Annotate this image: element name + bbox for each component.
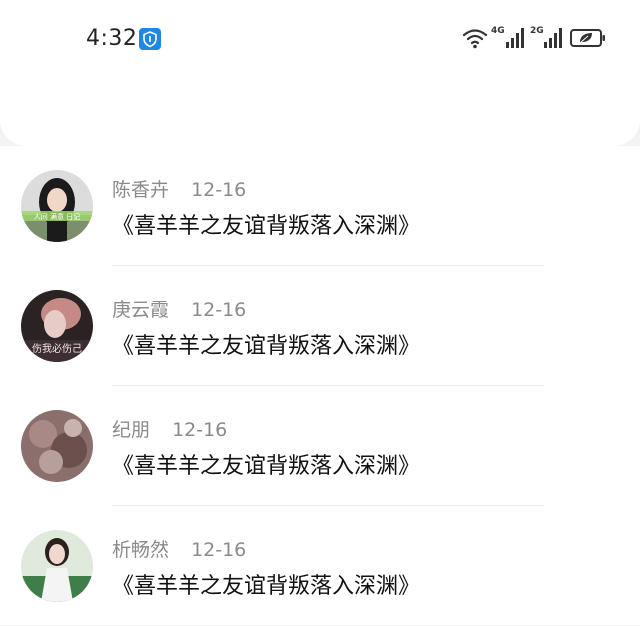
list-item[interactable]: 伤我必伤己 庚云霞 12-16 《喜羊羊之友谊背叛落入深渊》 bbox=[0, 266, 640, 386]
comment-text[interactable]: 《喜羊羊之友谊背叛落入深渊》 bbox=[112, 448, 420, 480]
avatar[interactable]: 人间 满意 日记 bbox=[21, 170, 93, 242]
status-bar: 4:32 4G 2G bbox=[0, 22, 640, 56]
comment-list[interactable]: 人间 满意 日记 陈香卉 12-16 《喜羊羊之友谊背叛落入深渊》 伤我必伤己 … bbox=[0, 146, 640, 625]
avatar[interactable]: 伤我必伤己 bbox=[21, 290, 93, 362]
comment-date: 12-16 bbox=[191, 299, 247, 321]
wifi-icon bbox=[462, 27, 488, 53]
comment-date: 12-16 bbox=[191, 179, 247, 201]
status-icons: 4G 2G bbox=[462, 26, 612, 53]
commenter-name[interactable]: 庚云霞 bbox=[112, 299, 169, 321]
comment-text[interactable]: 《喜羊羊之友谊背叛落入深渊》 bbox=[112, 568, 420, 600]
avatar[interactable] bbox=[21, 410, 93, 482]
comment-meta: 纪朋 12-16 bbox=[112, 415, 227, 442]
list-item[interactable]: 析畅然 12-16 《喜羊羊之友谊背叛落入深渊》 bbox=[0, 506, 640, 626]
avatar-caption: 伤我必伤己 bbox=[32, 342, 82, 355]
comment-date: 12-16 bbox=[191, 539, 247, 561]
commenter-name[interactable]: 陈香卉 bbox=[112, 179, 169, 201]
comment-text[interactable]: 《喜羊羊之友谊背叛落入深渊》 bbox=[112, 208, 420, 240]
list-item[interactable]: 人间 满意 日记 陈香卉 12-16 《喜羊羊之友谊背叛落入深渊》 bbox=[0, 146, 640, 266]
top-card: 4:32 4G 2G bbox=[0, 0, 640, 146]
comment-text[interactable]: 《喜羊羊之友谊背叛落入深渊》 bbox=[112, 328, 420, 360]
comment-date: 12-16 bbox=[172, 419, 228, 441]
commenter-name[interactable]: 纪朋 bbox=[112, 419, 150, 441]
avatar[interactable] bbox=[21, 530, 93, 602]
comment-meta: 庚云霞 12-16 bbox=[112, 295, 246, 322]
signal-icon bbox=[506, 27, 524, 53]
signal-icon bbox=[544, 27, 562, 53]
comment-meta: 析畅然 12-16 bbox=[112, 535, 246, 562]
network-2g-label: 2G bbox=[530, 26, 544, 36]
status-time: 4:32 bbox=[86, 26, 138, 51]
shield-icon bbox=[139, 28, 161, 50]
leaf-icon bbox=[579, 33, 592, 44]
network-4g-label: 4G bbox=[491, 26, 505, 36]
comment-meta: 陈香卉 12-16 bbox=[112, 175, 246, 202]
avatar-caption: 人间 满意 日记 bbox=[34, 212, 80, 221]
battery-icon bbox=[570, 28, 606, 52]
commenter-name[interactable]: 析畅然 bbox=[112, 539, 169, 561]
list-item[interactable]: 纪朋 12-16 《喜羊羊之友谊背叛落入深渊》 bbox=[0, 386, 640, 506]
